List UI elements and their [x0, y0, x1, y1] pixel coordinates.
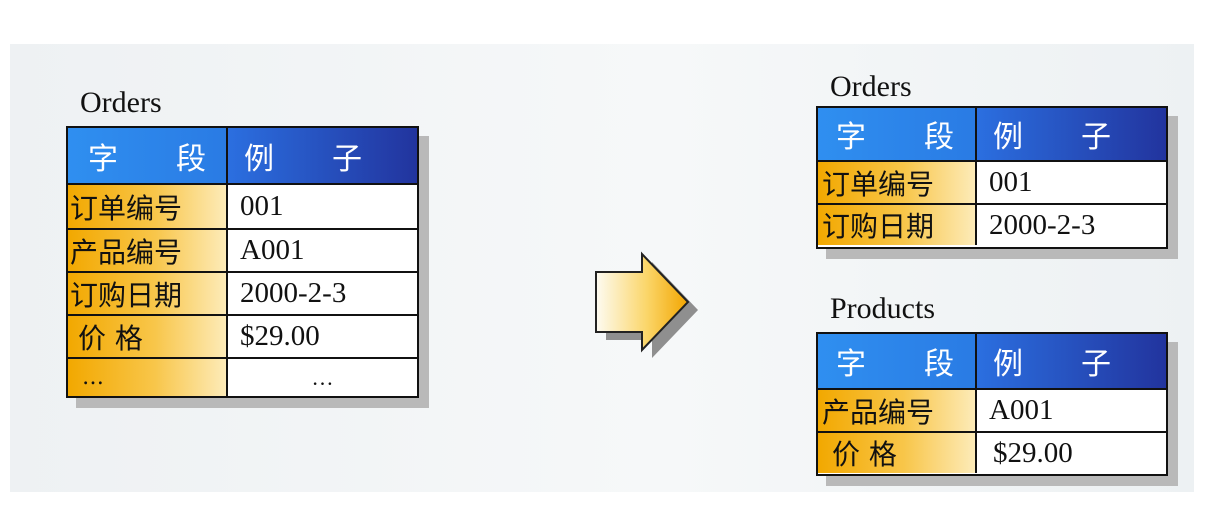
- table-row: 产品编号 A001: [818, 388, 1166, 431]
- field-example: A001: [977, 390, 1166, 431]
- table-row: 价 格 $29.00: [818, 431, 1166, 473]
- table-row: 产品编号 A001: [68, 228, 417, 271]
- example-column-header: 例 子: [228, 128, 417, 183]
- right-orders-table: 字 段 例 子 订单编号 001 订购日期 2000-2-3: [816, 106, 1168, 249]
- right-arrow-icon: [595, 251, 698, 358]
- field-example: $29.00: [977, 433, 1166, 473]
- field-name: …: [68, 359, 228, 396]
- left-table-title: Orders: [80, 86, 162, 119]
- left-orders-table: 字 段 例 子 订单编号 001 产品编号 A001 订购日期 2000-2-3…: [66, 126, 419, 398]
- right-products-title: Products: [830, 292, 935, 325]
- field-example: …: [228, 359, 417, 396]
- field-column-header: 字 段: [68, 128, 228, 183]
- field-example: A001: [228, 230, 417, 271]
- field-name: 订购日期: [818, 205, 977, 245]
- field-name: 产品编号: [68, 230, 228, 271]
- table-header-row: 字 段 例 子: [818, 108, 1166, 160]
- field-name: 订单编号: [818, 162, 977, 203]
- field-name: 价 格: [818, 433, 977, 473]
- field-name: 订购日期: [68, 273, 228, 314]
- table-row: 订购日期 2000-2-3: [818, 203, 1166, 245]
- field-column-header: 字 段: [818, 108, 977, 160]
- field-column-header: 字 段: [818, 334, 977, 388]
- table-row: … …: [68, 357, 417, 396]
- table-row: 订购日期 2000-2-3: [68, 271, 417, 314]
- table-row: 订单编号 001: [68, 183, 417, 228]
- field-name: 产品编号: [818, 390, 977, 431]
- field-example: 2000-2-3: [228, 273, 417, 314]
- field-example: $29.00: [228, 316, 417, 357]
- field-name: 订单编号: [68, 185, 228, 228]
- table-row: 价 格 $29.00: [68, 314, 417, 357]
- field-example: 001: [228, 185, 417, 228]
- right-products-table: 字 段 例 子 产品编号 A001 价 格 $29.00: [816, 332, 1168, 476]
- field-name: 价 格: [68, 316, 228, 357]
- field-example: 001: [977, 162, 1166, 203]
- table-header-row: 字 段 例 子: [68, 128, 417, 183]
- example-column-header: 例 子: [977, 108, 1166, 160]
- table-row: 订单编号 001: [818, 160, 1166, 203]
- table-header-row: 字 段 例 子: [818, 334, 1166, 388]
- example-column-header: 例 子: [977, 334, 1166, 388]
- field-example: 2000-2-3: [977, 205, 1166, 245]
- right-orders-title: Orders: [830, 70, 912, 103]
